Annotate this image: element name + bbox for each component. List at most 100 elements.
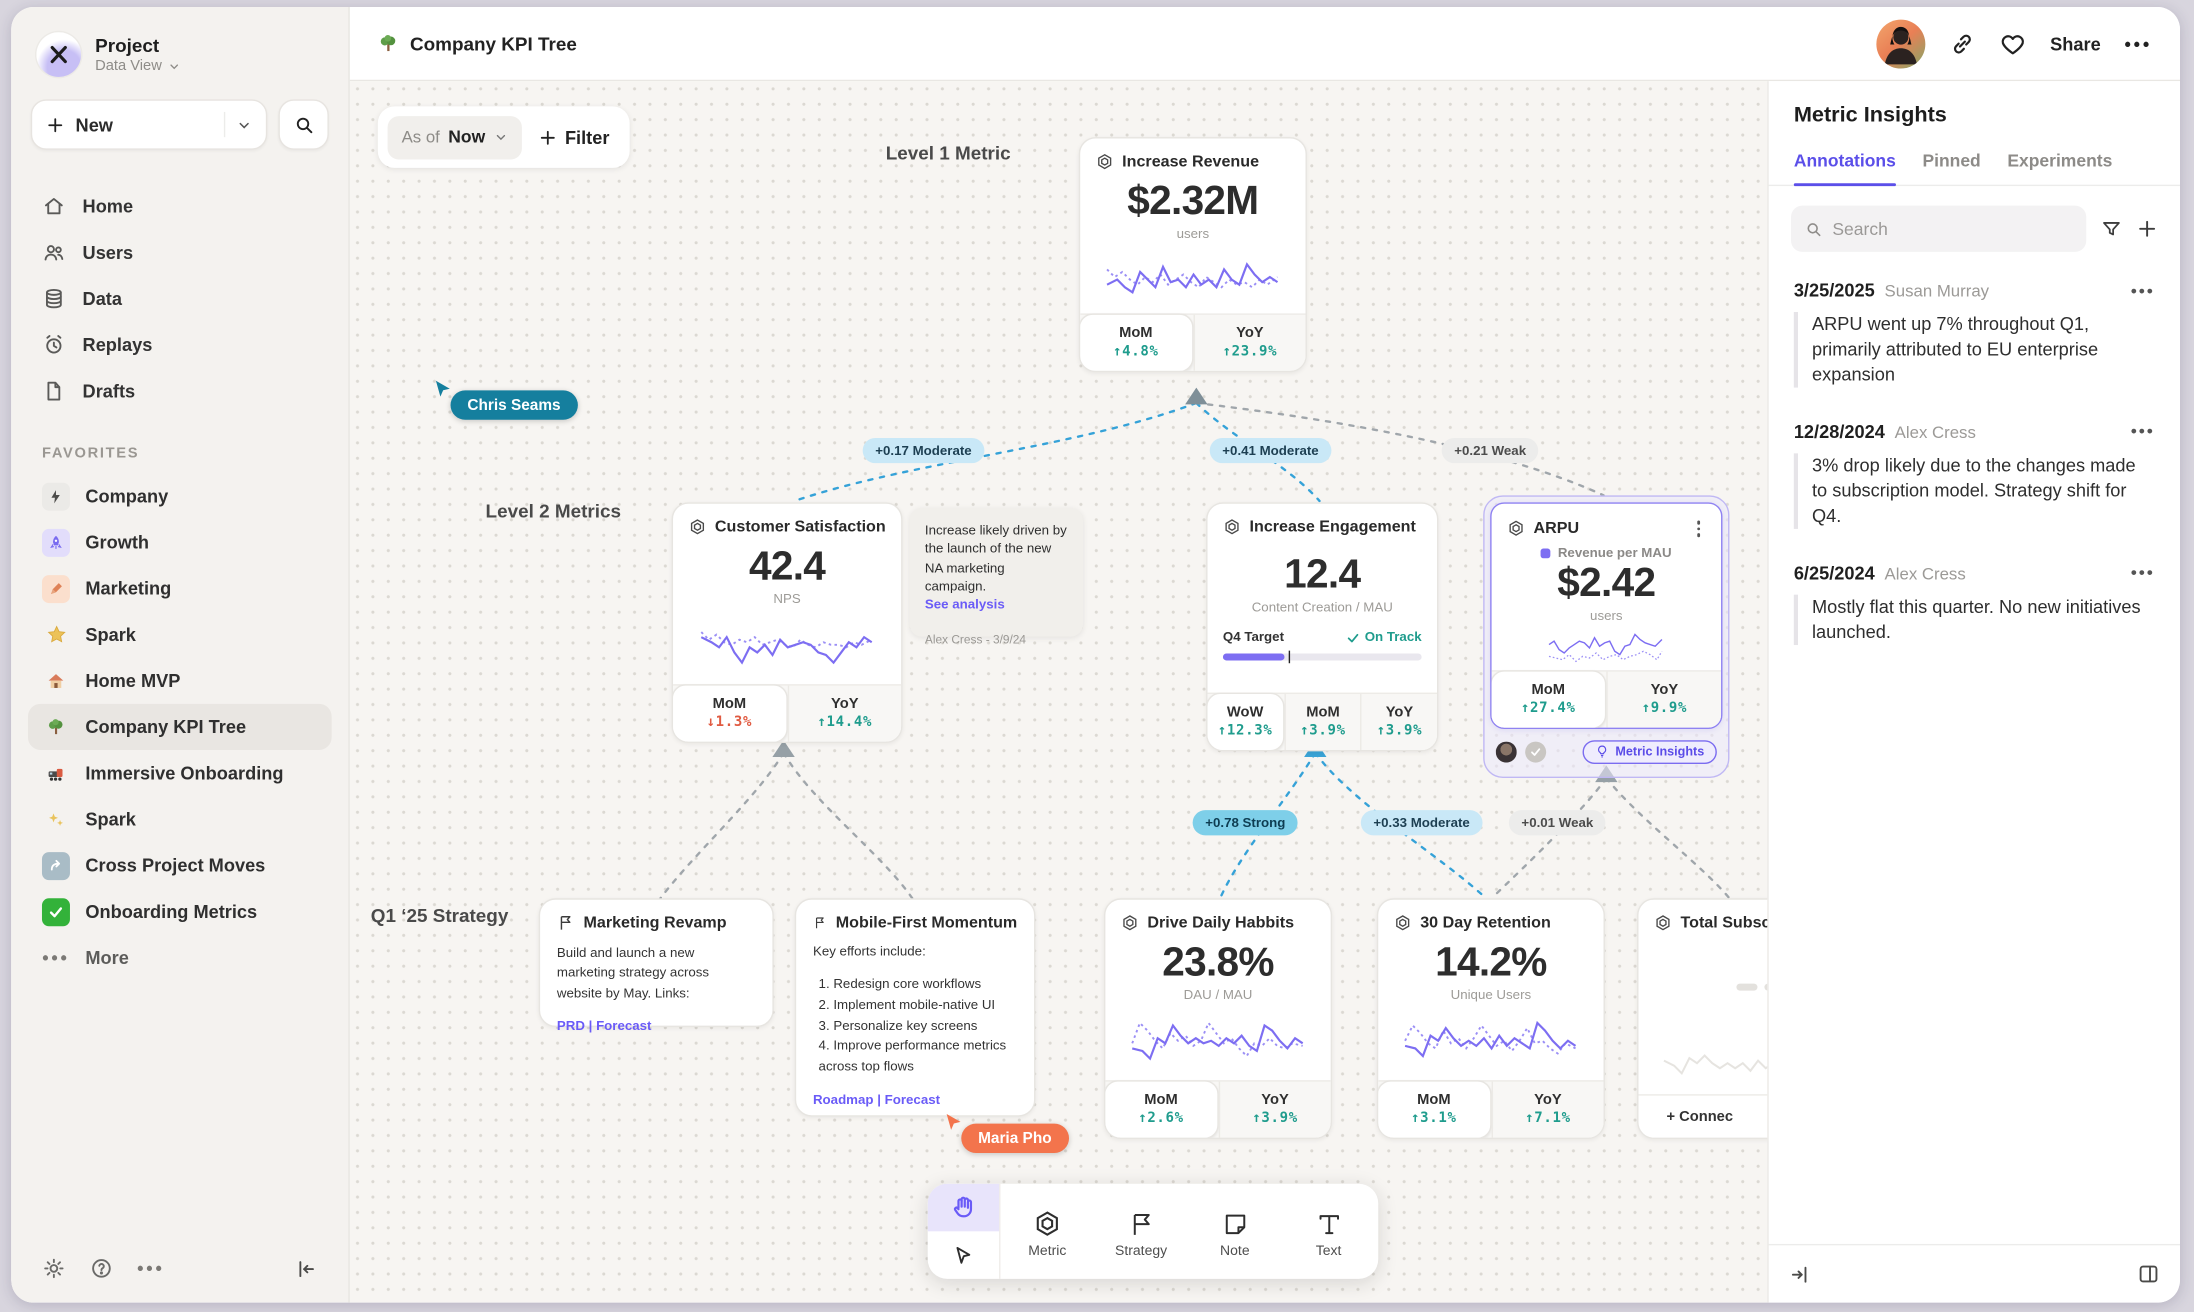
users-icon (42, 241, 66, 265)
share-button[interactable]: Share (2050, 33, 2101, 54)
canvas-note-card[interactable]: Increase likely driven by the launch of … (910, 508, 1084, 637)
copy-link-icon[interactable] (1949, 30, 1976, 57)
metric-value: $2.42 (1492, 560, 1721, 606)
note-tool-button[interactable]: Note (1188, 1184, 1282, 1279)
favorite-cross-project-moves[interactable]: Cross Project Moves (28, 842, 332, 888)
sidebar-item-drafts[interactable]: Drafts (28, 368, 332, 414)
filter-label: Filter (565, 127, 609, 148)
project-switcher[interactable]: Project Data View (28, 29, 332, 77)
filter-funnel-icon[interactable] (2100, 218, 2122, 240)
annotation-menu-icon[interactable]: ••• (2131, 422, 2155, 442)
stat-mom[interactable]: MoM ↓1.3% (672, 684, 787, 743)
stat-yoy[interactable]: YoY ↑23.9% (1193, 315, 1306, 371)
favorites-list: Company Growth Marketing Spark Home MVP … (28, 473, 332, 981)
select-tool-button[interactable] (928, 1231, 999, 1279)
strategy-label: Q1 ‘25 Strategy (371, 905, 509, 926)
top-bar: Company KPI Tree Share ••• (350, 7, 2180, 81)
annotation-menu-icon[interactable]: ••• (2131, 563, 2155, 583)
favorite-spark[interactable]: Spark (28, 611, 332, 657)
stat-yoy[interactable]: YoY ↑9.9% (1606, 672, 1721, 728)
annotations-search[interactable] (1791, 206, 2086, 252)
add-annotation-icon[interactable] (2137, 218, 2158, 239)
collapse-panel-icon[interactable] (1788, 1263, 1810, 1285)
stat-wow[interactable]: WoW ↑12.3% (1206, 693, 1284, 752)
strategy-tool-button[interactable]: Strategy (1094, 1184, 1188, 1279)
strategy-links[interactable]: PRD | Forecast (557, 1018, 756, 1033)
settings-gear-icon[interactable] (42, 1257, 66, 1281)
stat-mom[interactable]: MoM ↑4.8% (1079, 313, 1193, 372)
sidebar-item-users[interactable]: Users (28, 229, 332, 275)
annotation-menu-icon[interactable]: ••• (2131, 281, 2155, 301)
edge-correlation-label[interactable]: +0.78 Strong (1193, 810, 1298, 835)
metric-card-increase-revenue[interactable]: Increase Revenue $2.32M users MoM ↑4.8% (1079, 137, 1307, 372)
card-menu-icon[interactable] (1691, 518, 1706, 540)
strategy-card-marketing-revamp[interactable]: Marketing Revamp Build and launch a new … (539, 898, 774, 1027)
header-more-icon[interactable]: ••• (2125, 33, 2153, 54)
stat-mom[interactable]: MoM ↑3.1% (1377, 1080, 1491, 1139)
metric-card-customer-satisfaction[interactable]: Customer Satisfaction 42.4 NPS MoM ↓1.3% (672, 502, 903, 743)
metric-card-drive-daily-habbits[interactable]: Drive Daily Habbits 23.8% DAU / MAU MoM … (1104, 898, 1332, 1139)
favorite-marketing[interactable]: Marketing (28, 565, 332, 611)
sidebar-more[interactable]: ••• More (28, 935, 332, 981)
favorite-label: Company (85, 486, 168, 507)
new-button[interactable]: New (31, 99, 267, 149)
connect-button[interactable]: + Connec (1639, 1094, 1768, 1137)
collapse-sidebar-icon[interactable] (295, 1257, 317, 1279)
favorite-onboarding-metrics[interactable]: Onboarding Metrics (28, 889, 332, 935)
tab-experiments[interactable]: Experiments (2007, 151, 2112, 185)
edge-correlation-label[interactable]: +0.21 Weak (1442, 438, 1539, 463)
hand-tool-button[interactable] (928, 1184, 999, 1232)
project-view-switcher[interactable]: Data View (95, 57, 180, 74)
search-input[interactable] (1832, 219, 2072, 239)
edge-correlation-label[interactable]: +0.01 Weak (1509, 810, 1606, 835)
help-icon[interactable] (90, 1257, 114, 1281)
flag-icon (557, 914, 575, 932)
stat-yoy[interactable]: YoY ↑3.9% (1361, 694, 1437, 750)
sidebar-search-button[interactable] (278, 99, 328, 149)
favorite-spark-2[interactable]: Spark (28, 796, 332, 842)
sidebar-footer-more-icon[interactable]: ••• (137, 1258, 165, 1279)
strategy-links[interactable]: Roadmap | Forecast (813, 1093, 1017, 1108)
sidebar-item-home[interactable]: Home (28, 183, 332, 229)
annotation-item[interactable]: 3/25/2025 Susan Murray ••• ARPU went up … (1794, 280, 2155, 387)
favorite-label: Onboarding Metrics (85, 901, 257, 922)
sidebar-item-replays[interactable]: Replays (28, 322, 332, 368)
favorite-heart-icon[interactable] (2000, 30, 2027, 57)
favorite-home-mvp[interactable]: Home MVP (28, 658, 332, 704)
see-analysis-link[interactable]: See analysis (925, 597, 1068, 612)
as-of-selector[interactable]: As of Now (388, 115, 522, 158)
text-tool-button[interactable]: Text (1282, 1184, 1376, 1279)
kpi-tree-canvas[interactable]: As of Now Filter Level 1 Metric Level 2 … (350, 81, 1767, 1303)
annotation-item[interactable]: 12/28/2024 Alex Cress ••• 3% drop likely… (1794, 421, 2155, 528)
metric-title: Drive Daily Habbits (1147, 914, 1294, 931)
favorite-immersive-onboarding[interactable]: Immersive Onboarding (28, 750, 332, 796)
metric-card-arpu-selected[interactable]: ARPU Revenue per MAU $2.42 users (1483, 495, 1729, 778)
favorite-company-kpi-tree[interactable]: Company KPI Tree (28, 704, 332, 750)
favorite-company[interactable]: Company (28, 473, 332, 519)
edge-correlation-label[interactable]: +0.41 Moderate (1210, 438, 1332, 463)
sidebar-item-data[interactable]: Data (28, 276, 332, 322)
stat-mom[interactable]: MoM ↑2.6% (1104, 1080, 1218, 1139)
stat-yoy[interactable]: YoY ↑3.9% (1218, 1082, 1331, 1138)
filter-button[interactable]: Filter (538, 127, 609, 148)
edge-correlation-label[interactable]: +0.33 Moderate (1361, 810, 1483, 835)
stat-yoy[interactable]: YoY ↑7.1% (1491, 1082, 1604, 1138)
tab-annotations[interactable]: Annotations (1794, 151, 1896, 185)
metric-card-increase-engagement[interactable]: Increase Engagement 12.4 Content Creatio… (1206, 502, 1438, 751)
stat-yoy[interactable]: YoY ↑14.4% (787, 686, 901, 742)
strategy-card-mobile-first-momentum[interactable]: Mobile-First Momentum Key efforts includ… (795, 898, 1036, 1116)
edge-correlation-label[interactable]: +0.17 Moderate (863, 438, 985, 463)
metric-insights-button[interactable]: Metric Insights (1583, 739, 1717, 763)
favorite-growth[interactable]: Growth (28, 519, 332, 565)
user-avatar[interactable] (1877, 19, 1926, 68)
annotation-item[interactable]: 6/25/2024 Alex Cress ••• Mostly flat thi… (1794, 562, 2155, 644)
metric-tool-button[interactable]: Metric (1000, 1184, 1094, 1279)
metric-card-30-day-retention[interactable]: 30 Day Retention 14.2% Unique Users MoM … (1377, 898, 1605, 1139)
stat-mom[interactable]: MoM ↑3.9% (1284, 694, 1360, 750)
metric-card-total-subscriptions[interactable]: Total Subscript + Connec (1637, 898, 1767, 1139)
strategy-item: 4. Improve performance metrics across to… (813, 1037, 1017, 1078)
metric-hexagon-icon (1223, 518, 1241, 536)
stat-mom[interactable]: MoM ↑27.4% (1490, 670, 1606, 729)
tab-pinned[interactable]: Pinned (1922, 151, 1980, 185)
split-view-icon[interactable] (2137, 1262, 2161, 1286)
